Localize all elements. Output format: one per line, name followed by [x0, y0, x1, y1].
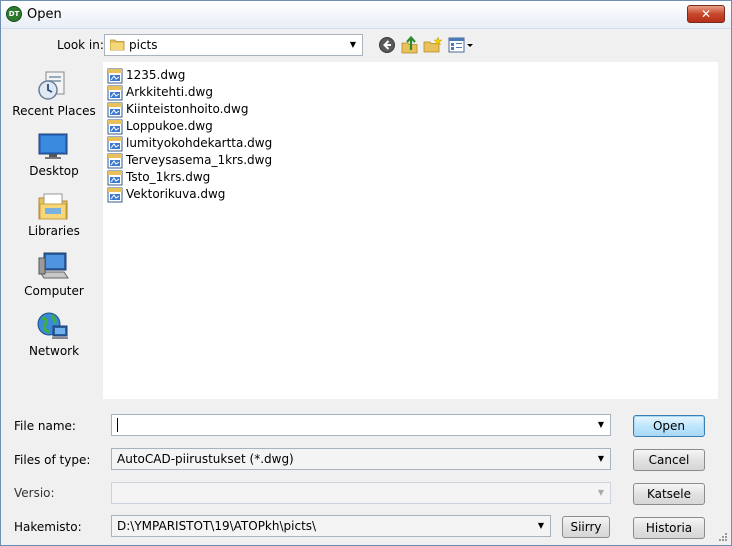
place-computer[interactable]: Computer: [10, 246, 98, 304]
back-icon[interactable]: [377, 36, 397, 54]
title-bar[interactable]: DT Open ✕: [1, 1, 731, 29]
folder-icon: [110, 39, 125, 51]
hakemisto-label: Hakemisto:: [14, 520, 82, 534]
dwg-file-icon: [107, 119, 123, 135]
views-menu-icon[interactable]: [447, 36, 475, 54]
dwg-file-icon: [107, 187, 123, 203]
chevron-down-icon[interactable]: ▼: [594, 451, 608, 467]
hakemisto-dropdown[interactable]: D:\YMPARISTOT\19\ATOPkh\picts\ ▼: [111, 515, 551, 537]
new-folder-icon[interactable]: [423, 36, 443, 54]
dwg-file-icon: [107, 102, 123, 118]
app-icon: DT: [6, 6, 22, 22]
file-name: Loppukoe.dwg: [126, 119, 213, 133]
hakemisto-value: D:\YMPARISTOT\19\ATOPkh\picts\: [117, 519, 317, 533]
text-cursor: [117, 418, 118, 432]
dwg-file-icon: [107, 68, 123, 84]
resize-grip-icon[interactable]: [718, 532, 728, 542]
place-label: Recent Places: [12, 104, 96, 118]
chevron-down-icon[interactable]: ▼: [594, 485, 608, 501]
chevron-down-icon[interactable]: ▼: [346, 37, 360, 53]
chevron-down-icon[interactable]: ▼: [594, 417, 608, 433]
computer-icon: [38, 252, 69, 279]
place-label: Libraries: [28, 224, 80, 238]
place-desktop[interactable]: Desktop: [10, 126, 98, 184]
file-name: Vektorikuva.dwg: [126, 187, 226, 201]
files-of-type-dropdown[interactable]: AutoCAD-piirustukset (*.dwg) ▼: [111, 448, 611, 470]
file-name-label: File name:: [14, 419, 76, 433]
cancel-button[interactable]: Cancel: [633, 449, 705, 471]
place-recent-places[interactable]: Recent Places: [10, 66, 98, 124]
place-label: Computer: [24, 284, 84, 298]
versio-label: Versio:: [14, 486, 55, 500]
look-in-label: Look in:: [57, 38, 104, 52]
file-list[interactable]: 1235.dwg Arkkitehti.dwg Kiinteistonhoito.d…: [103, 62, 718, 399]
look-in-dropdown[interactable]: picts ▼: [104, 34, 363, 56]
window-title: Open: [27, 7, 62, 22]
dwg-file-icon: [107, 170, 123, 186]
up-folder-icon[interactable]: [400, 36, 420, 54]
versio-dropdown[interactable]: ▼: [111, 482, 611, 504]
desktop-icon: [38, 133, 68, 159]
place-libraries[interactable]: Libraries: [10, 186, 98, 244]
dwg-file-icon: [107, 153, 123, 169]
file-name: Kiinteistonhoito.dwg: [126, 102, 249, 116]
look-in-value: picts: [129, 38, 158, 52]
files-of-type-label: Files of type:: [14, 453, 91, 467]
historia-button[interactable]: Historia: [633, 517, 705, 539]
place-label: Desktop: [29, 164, 79, 178]
place-label: Network: [28, 344, 80, 358]
dwg-file-icon: [107, 136, 123, 152]
dwg-file-icon: [107, 85, 123, 101]
network-icon: [37, 312, 68, 339]
file-name: lumityokohdekartta.dwg: [126, 136, 273, 150]
file-name: Arkkitehti.dwg: [126, 85, 213, 99]
recent-places-icon: [38, 71, 65, 100]
places-bar: Recent Places Desktop Libraries Computer…: [10, 62, 98, 398]
place-network[interactable]: Network: [10, 306, 98, 364]
file-name-input[interactable]: ▼: [111, 414, 611, 436]
close-button[interactable]: ✕: [687, 5, 725, 23]
chevron-down-icon[interactable]: ▼: [534, 518, 548, 534]
katsele-button[interactable]: Katsele: [633, 483, 705, 505]
libraries-icon: [38, 193, 68, 220]
file-name: Tsto_1krs.dwg: [126, 170, 211, 184]
file-name: Terveysasema_1krs.dwg: [126, 153, 273, 167]
open-button[interactable]: Open: [633, 415, 705, 437]
siirry-button[interactable]: Siirry: [562, 516, 610, 538]
open-dialog: DT Open ✕ Look in: picts ▼ Recent Places…: [0, 0, 732, 546]
file-name: 1235.dwg: [126, 68, 186, 82]
files-of-type-value: AutoCAD-piirustukset (*.dwg): [117, 452, 294, 466]
